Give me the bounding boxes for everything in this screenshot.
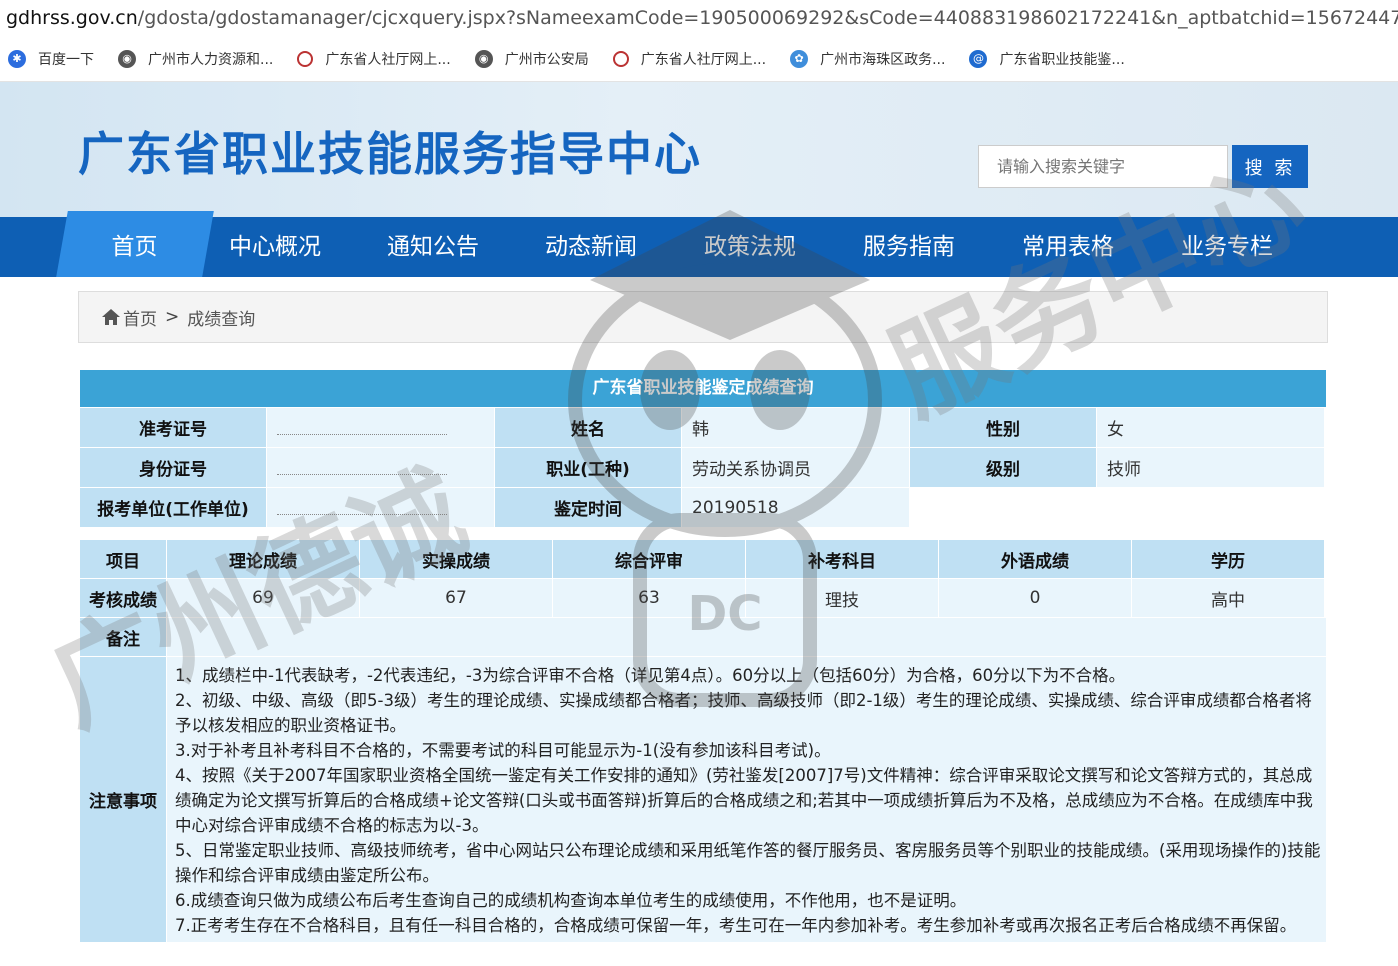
nav-business[interactable]: 业务专栏 [1152, 217, 1302, 277]
site-header: 广东省职业技能服务指导中心 搜 索 [0, 82, 1398, 217]
bookmark-label: 广东省职业技能鉴... [999, 51, 1125, 68]
review-score: 63 [553, 579, 745, 617]
bookmark-label: 广东省人社厅网上... [640, 51, 767, 68]
flower-icon: ✿ [790, 49, 809, 68]
breadcrumb: 首页 > 成绩查询 [78, 291, 1328, 343]
exam-no-value [267, 408, 494, 447]
note-item: 6.成绩查询只做为成绩公布后考生查询自己的成绩机构查询本单位考生的成绩使用，不作… [175, 891, 967, 910]
globe-icon: ◉ [118, 49, 136, 68]
level-label: 级别 [910, 448, 1096, 487]
breadcrumb-separator: > [165, 307, 180, 327]
url-path-end: examCode=190500069292&sCode=440883198602… [582, 7, 1398, 29]
bookmark-label: 广州市海珠区政务... [820, 51, 946, 68]
scores-header-row: 项目 理论成绩 实操成绩 综合评审 补考科目 外语成绩 学历 [80, 540, 1326, 578]
seal-icon [297, 50, 314, 67]
bookmark-gd-hrss-1[interactable]: 广东省人社厅网上... [297, 49, 451, 69]
level-value: 技师 [1097, 448, 1324, 487]
scores-table: 项目 理论成绩 实操成绩 综合评审 补考科目 外语成绩 学历 考核成绩 69 6… [80, 540, 1326, 942]
name-label: 姓名 [495, 408, 681, 447]
scores-value-row: 考核成绩 69 67 63 理技 0 高中 [80, 579, 1326, 617]
gender-value: 女 [1097, 408, 1324, 447]
bookmark-gz-police[interactable]: ◉ 广州市公安局 [474, 49, 589, 69]
date-value: 20190518 [682, 488, 909, 527]
bookmark-label: 广州市人力资源和... [148, 51, 274, 68]
makeup-subject: 理技 [746, 579, 938, 617]
site-title: 广东省职业技能服务指导中心 [78, 127, 702, 181]
breadcrumb-home[interactable]: 首页 [123, 305, 157, 330]
note-item: 3.对于补考且补考科目不合格的，不需要考试的科目可能显示为-1(没有参加该科目考… [175, 741, 831, 760]
nav-home[interactable]: 首页 [56, 211, 214, 277]
note-item: 7.正考考生存在不合格科目，且有任一科目合格的，合格成绩可保留一年，考生可在一年… [175, 916, 1297, 935]
empty-cell [910, 488, 1324, 527]
id-label: 身份证号 [80, 448, 266, 487]
col-theory: 理论成绩 [167, 540, 359, 578]
col-item: 项目 [80, 540, 166, 578]
theory-score: 69 [167, 579, 359, 617]
table-row: 身份证号 职业(工种) 劳动关系协调员 级别 技师 [80, 448, 1326, 487]
col-language: 外语成绩 [939, 540, 1131, 578]
bookmark-haizhu[interactable]: ✿ 广州市海珠区政务... [790, 49, 945, 69]
bookmark-gd-hrss-2[interactable]: 广东省人社厅网上... [612, 49, 767, 69]
notes-label: 注意事项 [80, 657, 166, 942]
nav-policy[interactable]: 政策法规 [675, 217, 825, 277]
table-row: 报考单位(工作单位) 鉴定时间 20190518 [80, 488, 1326, 527]
note-item: 1、成绩栏中-1代表缺考，-2代表违纪，-3为综合评审不合格（详见第4点）。60… [175, 666, 1126, 685]
remark-row: 备注 [80, 618, 1326, 656]
remark-value [167, 618, 1326, 656]
address-bar[interactable]: gdhrss.gov.cn /gdosta/gdostamanager/cjcx… [0, 0, 1398, 36]
remark-label: 备注 [80, 618, 166, 656]
home-icon [102, 309, 120, 325]
result-table: 广东省职业技能鉴定成绩查询 准考证号 姓名 韩 性别 女 身份证号 职业(工种)… [80, 370, 1326, 527]
url-path-start: /gdosta/gdostamanager/cjcxquery.jspx?sNa… [137, 7, 582, 29]
bookmark-gd-skill[interactable]: @ 广东省职业技能鉴... [969, 49, 1125, 69]
id-masked [277, 460, 447, 475]
result-title: 广东省职业技能鉴定成绩查询 [80, 370, 1326, 407]
unit-label: 报考单位(工作单位) [80, 488, 266, 527]
nav-news[interactable]: 动态新闻 [516, 217, 666, 277]
nav-about[interactable]: 中心概况 [200, 217, 350, 277]
search-input[interactable] [978, 145, 1228, 188]
bookmark-gz-hr[interactable]: ◉ 广州市人力资源和... [118, 49, 273, 69]
main-nav: 首页 中心概况 通知公告 动态新闻 政策法规 服务指南 常用表格 业务专栏 [0, 211, 1398, 277]
exam-no-masked [277, 420, 447, 435]
unit-value [267, 488, 494, 527]
search-button[interactable]: 搜 索 [1232, 145, 1308, 188]
language-score: 0 [939, 579, 1131, 617]
unit-masked [277, 500, 447, 515]
nav-notices[interactable]: 通知公告 [358, 217, 508, 277]
bookmark-label: 广州市公安局 [504, 51, 589, 68]
job-value: 劳动关系协调员 [682, 448, 909, 487]
gender-label: 性别 [910, 408, 1096, 447]
globe-icon: ◉ [474, 49, 493, 68]
note-item: 4、按照《关于2007年国家职业资格全国统一鉴定有关工作安排的通知》(劳社鉴发[… [175, 766, 1313, 835]
note-item: 2、初级、中级、高级（即5-3级）考生的理论成绩、实操成绩都合格者；技师、高级技… [175, 691, 1312, 735]
bookmark-baidu[interactable]: ✱ 百度一下 [8, 49, 94, 69]
nav-service-guide[interactable]: 服务指南 [834, 217, 984, 277]
col-review: 综合评审 [553, 540, 745, 578]
exam-no-label: 准考证号 [80, 408, 266, 447]
col-practice: 实操成绩 [360, 540, 552, 578]
notes-body: 1、成绩栏中-1代表缺考，-2代表违纪，-3为综合评审不合格（详见第4点）。60… [167, 657, 1326, 942]
bookmark-label: 百度一下 [38, 51, 94, 68]
col-education: 学历 [1132, 540, 1324, 578]
breadcrumb-current: 成绩查询 [187, 309, 256, 330]
notes-row: 注意事项 1、成绩栏中-1代表缺考，-2代表违纪，-3为综合评审不合格（详见第4… [80, 657, 1326, 942]
id-value [267, 448, 494, 487]
practice-score: 67 [360, 579, 552, 617]
job-label: 职业(工种) [495, 448, 681, 487]
bookmarks-bar: ✱ 百度一下 ◉ 广州市人力资源和... 广东省人社厅网上... ◉ 广州市公安… [0, 36, 1398, 82]
education-value: 高中 [1132, 579, 1324, 617]
bookmark-label: 广东省人社厅网上... [325, 51, 451, 68]
url-host: gdhrss.gov.cn [6, 7, 138, 29]
row-label: 考核成绩 [80, 579, 166, 617]
seal-icon [612, 50, 629, 67]
date-label: 鉴定时间 [495, 488, 681, 527]
table-row: 准考证号 姓名 韩 性别 女 [80, 408, 1326, 447]
paw-icon: ✱ [8, 49, 26, 68]
col-makeup: 补考科目 [746, 540, 938, 578]
nav-forms[interactable]: 常用表格 [993, 217, 1143, 277]
name-value: 韩 [682, 408, 909, 447]
swirl-icon: @ [969, 49, 988, 68]
note-item: 5、日常鉴定职业技师、高级技师统考，省中心网站只公布理论成绩和采用纸笔作答的餐厅… [175, 841, 1321, 885]
